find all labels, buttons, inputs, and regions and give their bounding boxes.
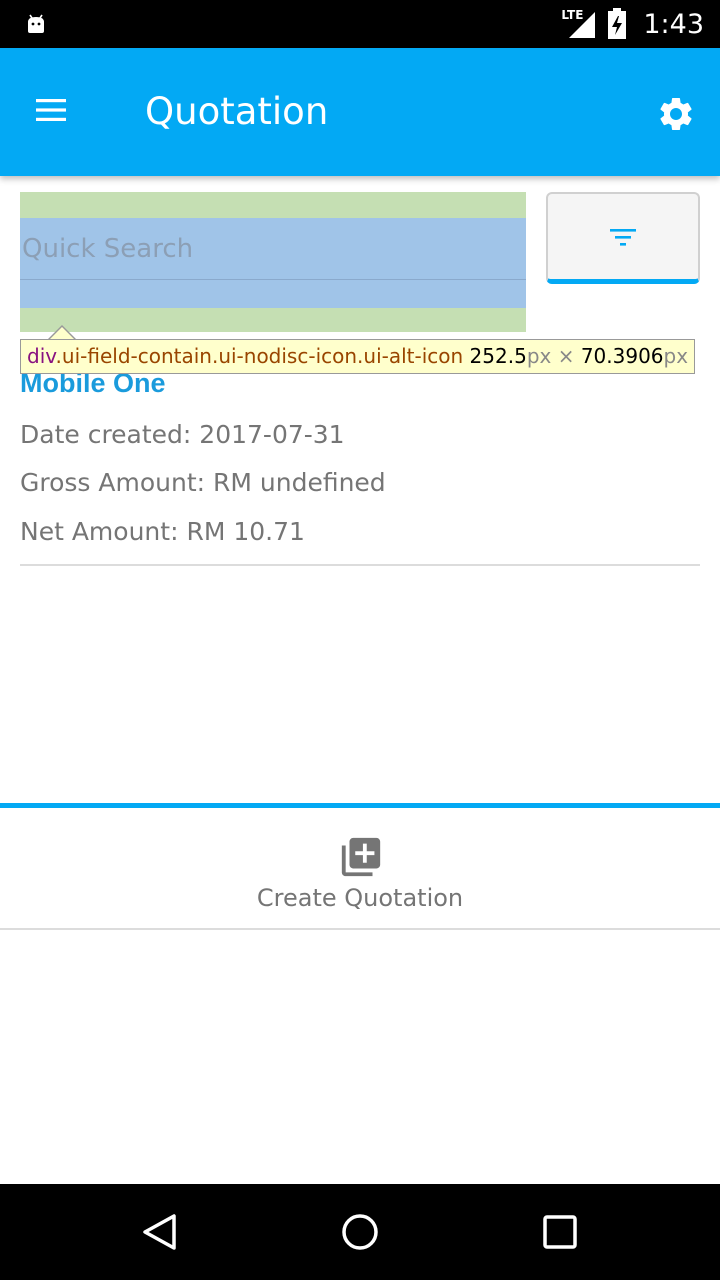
tooltip-separator: × [551,344,581,368]
gear-icon[interactable] [656,94,696,134]
tooltip-width-unit: px [526,344,552,368]
status-icons: LTE 1:43 [559,0,704,48]
tooltip-tag: div [27,344,56,368]
create-quotation-label: Create Quotation [256,884,464,912]
status-time: 1:43 [643,8,704,40]
battery-icon [608,8,627,39]
app-bar: Quotation [0,48,720,176]
search-field-inner [20,218,526,308]
back-icon[interactable] [140,1212,180,1252]
tooltip-classes: .ui-field-contain.ui-nodisc-icon.ui-alt-… [55,344,464,368]
tooltip-height: 70.3906 [580,344,664,368]
add-to-collection-icon [341,837,381,877]
quotation-date: Date created: 2017-07-31 [20,420,345,449]
home-icon[interactable] [340,1212,380,1252]
status-bar: LTE 1:43 [0,0,720,48]
quotation-net-amount: Net Amount: RM 10.71 [20,517,305,546]
android-debug-icon [28,14,44,33]
tooltip-width: 252.5 [469,344,527,368]
filter-icon [610,228,636,246]
tooltip-height-unit: px [663,344,689,368]
search-input[interactable] [20,218,526,280]
page-title: Quotation [145,90,329,133]
quotation-gross-amount: Gross Amount: RM undefined [20,468,386,497]
search-field-container [20,192,526,332]
system-nav-bar [0,1184,720,1280]
signal-icon: LTE [559,8,597,40]
quotation-list-item[interactable]: Mobile One Date created: 2017-07-31 Gros… [20,360,700,566]
filter-button[interactable] [546,192,700,284]
inspector-tooltip: div.ui-field-contain.ui-nodisc-icon.ui-a… [20,339,696,374]
create-quotation-button[interactable]: Create Quotation [0,803,720,930]
recent-apps-icon[interactable] [542,1214,578,1250]
menu-icon[interactable] [36,98,66,122]
